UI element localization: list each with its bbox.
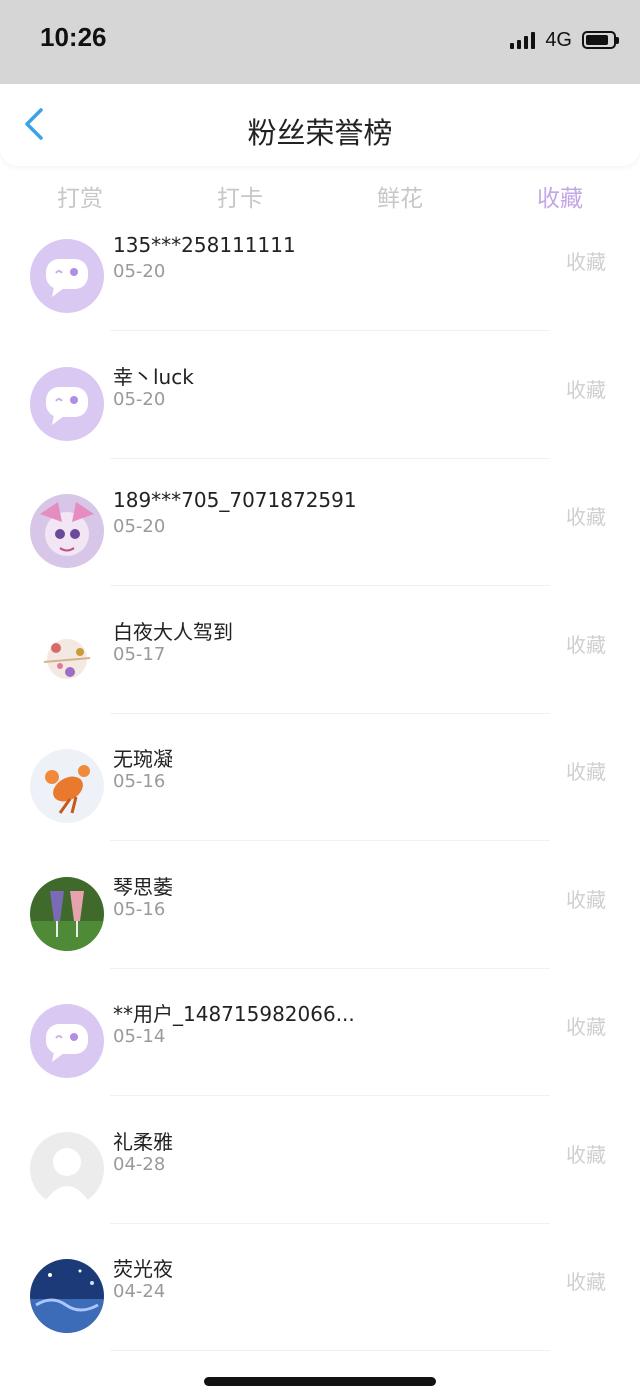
fan-date: 05-17 — [113, 643, 166, 665]
fan-date: 05-20 — [113, 388, 166, 410]
fan-action-label: 收藏 — [566, 632, 606, 657]
fan-name: 白夜大人驾到 — [113, 619, 233, 644]
fan-name: 礼柔雅 — [113, 1129, 173, 1154]
default-chat-avatar[interactable] — [30, 1004, 104, 1078]
tab-tip[interactable]: 打赏 — [0, 170, 160, 230]
fan-date: 04-28 — [113, 1153, 166, 1175]
status-indicators: 4G — [510, 26, 619, 54]
night-sky-avatar[interactable] — [30, 1259, 104, 1333]
fan-name: 无琬凝 — [113, 747, 173, 771]
fan-list[interactable]: 135***258111111 05-20 收藏 幸丶luck 05-20 收藏 189**… — [0, 230, 640, 1400]
fan-list-item[interactable]: 礼柔雅 04-28 收藏 — [0, 1097, 640, 1224]
fan-name: 荧光夜 — [113, 1257, 173, 1281]
default-person-avatar[interactable] — [30, 1131, 104, 1206]
illustration-avatar[interactable] — [30, 621, 104, 696]
tab-flowers[interactable]: 鲜花 — [320, 170, 480, 230]
fan-list-item[interactable]: 荧光夜 04-24 收藏 — [0, 1224, 640, 1351]
fan-action-label: 收藏 — [566, 887, 606, 912]
status-time: 10:26 — [40, 22, 107, 52]
fan-date: 04-24 — [113, 1281, 166, 1302]
fan-list-item[interactable]: 135***258111111 05-20 收藏 — [0, 230, 640, 331]
home-indicator[interactable] — [204, 1377, 436, 1386]
tab-favorites[interactable]: 收藏 — [480, 170, 640, 230]
fan-action-label: 收藏 — [566, 377, 606, 402]
network-label: 4G — [545, 28, 572, 51]
fan-name: 189***705_7071872591 — [113, 488, 357, 512]
anime-character-avatar[interactable] — [30, 494, 104, 568]
fan-name: 琴思萎 — [113, 874, 173, 899]
status-bar: 10:26 4G — [0, 0, 640, 84]
lobster-avatar[interactable] — [30, 749, 104, 823]
fan-name: 135***258111111 — [113, 233, 296, 257]
fan-list-item[interactable]: **用户_148715982066... 05-14 收藏 — [0, 969, 640, 1096]
fan-action-label: 收藏 — [566, 1270, 606, 1294]
fan-name: 幸丶luck — [113, 364, 194, 389]
fan-list-item[interactable]: 无琬凝 05-16 收藏 — [0, 714, 640, 841]
navigation-bar: 粉丝荣誉榜 — [0, 84, 640, 166]
tab-bar: 打赏 打卡 鲜花 收藏 — [0, 170, 640, 230]
signal-icon — [510, 31, 536, 49]
fan-name: **用户_148715982066... — [113, 1002, 355, 1026]
fan-action-label: 收藏 — [566, 1142, 606, 1167]
page-title: 粉丝荣誉榜 — [247, 116, 393, 150]
default-chat-avatar[interactable] — [30, 366, 104, 441]
fan-list-item[interactable]: 琴思萎 05-16 收藏 — [0, 842, 640, 969]
fan-date: 05-16 — [113, 898, 166, 920]
fan-list-item[interactable]: 189***705_7071872591 05-20 收藏 — [0, 459, 640, 586]
fan-action-label: 收藏 — [566, 1015, 606, 1039]
battery-icon — [582, 31, 619, 49]
fan-action-label: 收藏 — [566, 760, 606, 784]
row-divider — [110, 1350, 550, 1351]
fan-action-label: 收藏 — [566, 505, 606, 529]
fan-action-label: 收藏 — [566, 250, 606, 274]
battery-level — [586, 35, 609, 45]
fan-list-item[interactable]: 幸丶luck 05-20 收藏 — [0, 332, 640, 459]
fan-date: 05-20 — [113, 516, 166, 537]
default-chat-avatar[interactable] — [30, 239, 104, 313]
fan-list-item[interactable]: 白夜大人驾到 05-17 收藏 — [0, 587, 640, 714]
fan-date: 05-20 — [113, 261, 166, 282]
drinks-avatar[interactable] — [30, 876, 104, 951]
fan-date: 05-16 — [113, 771, 166, 792]
tab-checkin[interactable]: 打卡 — [160, 170, 320, 230]
fan-date: 05-14 — [113, 1026, 166, 1047]
